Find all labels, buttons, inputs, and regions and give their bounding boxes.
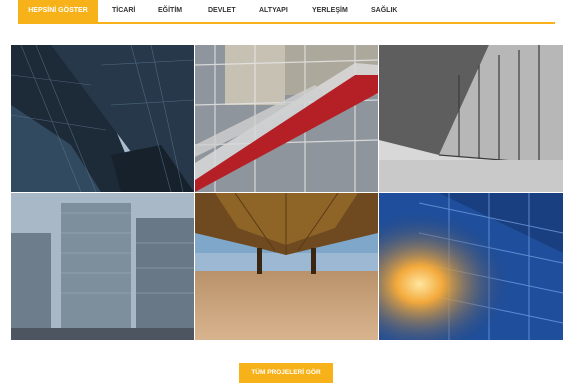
blue-building-sunburst-image [379,193,563,340]
project-gallery [11,45,563,340]
gallery-tile-pier[interactable] [195,193,378,340]
glass-facade-image [379,45,563,192]
tab-infrastructure[interactable]: ALTYAPI [259,0,288,22]
filter-tab-bar: HEPSİNİ GÖSTER TİCARİ EĞİTİM DEVLET ALTY… [18,0,555,24]
view-all-projects-button[interactable]: TÜM PROJELERİ GÖR [239,363,333,383]
gallery-tile-blue-building[interactable] [379,193,563,340]
office-towers-image [11,193,194,340]
tab-government[interactable]: DEVLET [208,0,236,22]
gallery-tile-glass-facade[interactable] [379,45,563,192]
pier-beach-image [195,193,378,340]
gallery-tile-skyscrapers[interactable] [11,45,194,192]
escalator-building-image [195,45,378,192]
tab-commercial[interactable]: TİCARİ [112,0,135,22]
skyscrapers-image [11,45,194,192]
tab-health[interactable]: SAĞLIK [371,0,397,22]
gallery-tile-office-towers[interactable] [11,193,194,340]
gallery-tile-escalator[interactable] [195,45,378,192]
tab-residential[interactable]: YERLEŞİM [312,0,348,22]
tab-show-all[interactable]: HEPSİNİ GÖSTER [18,0,98,22]
tab-education[interactable]: EĞİTİM [158,0,182,22]
